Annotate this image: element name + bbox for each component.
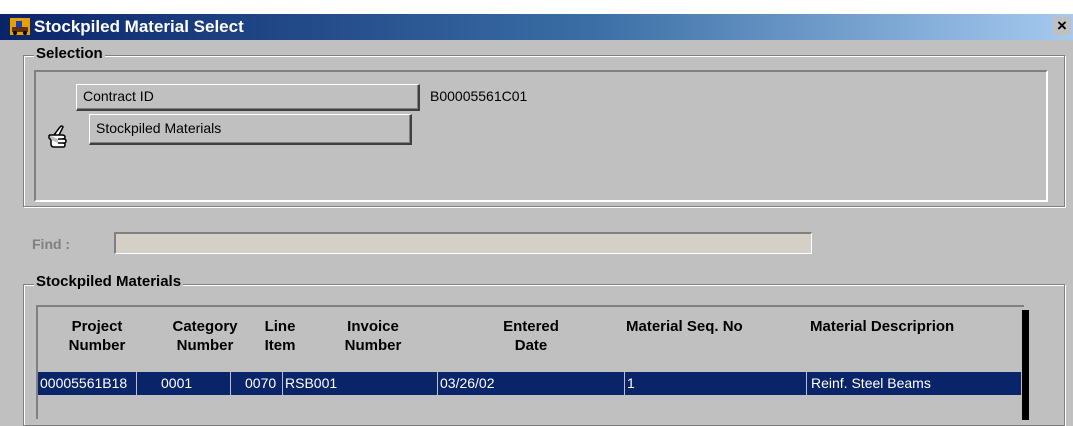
grid-scrollbar-edge <box>1022 310 1029 420</box>
column-header-invoice-number[interactable]: Invoice Number <box>306 317 440 355</box>
window-titlebar[interactable]: Stockpiled Material Select × <box>0 14 1073 40</box>
selection-legend: Selection <box>34 45 105 62</box>
column-header-material-seq-no[interactable]: Material Seq. No <box>626 317 808 336</box>
app-icon <box>10 18 30 35</box>
screen-top-strip <box>0 0 1073 14</box>
cell-material-seq-no: 1 <box>625 372 807 395</box>
cell-line-item: 0070 <box>231 372 283 395</box>
close-icon[interactable]: × <box>1053 17 1071 35</box>
materials-legend: Stockpiled Materials <box>34 273 184 290</box>
cell-invoice-number: RSB001 <box>283 372 438 395</box>
table-row[interactable]: 00005561B18 0001 0070 RSB001 03/26/02 1 … <box>38 372 1021 395</box>
contract-id-value: B00005561C01 <box>430 88 528 104</box>
column-header-line-item[interactable]: Line Item <box>254 317 306 355</box>
column-header-project-number[interactable]: Project Number <box>38 317 156 355</box>
column-header-entered-date[interactable]: Entered Date <box>478 317 584 355</box>
window-title: Stockpiled Material Select <box>34 17 244 36</box>
materials-grid[interactable]: Project Number Category Number Line Item… <box>36 305 1024 419</box>
column-header-material-description[interactable]: Material Descriprion <box>810 317 1022 336</box>
contract-id-button[interactable]: Contract ID <box>76 84 420 111</box>
cell-category-number: 0001 <box>137 372 231 395</box>
cell-entered-date: 03/26/02 <box>438 372 625 395</box>
cell-project-number: 00005561B18 <box>38 372 137 395</box>
stockpiled-materials-button[interactable]: Stockpiled Materials <box>89 114 412 145</box>
column-header-category-number[interactable]: Category Number <box>156 317 254 355</box>
pointing-hand-icon <box>46 122 76 155</box>
find-label: Find : <box>32 236 71 252</box>
cell-material-description: Reinf. Steel Beams <box>811 375 931 391</box>
find-input[interactable] <box>114 232 812 254</box>
